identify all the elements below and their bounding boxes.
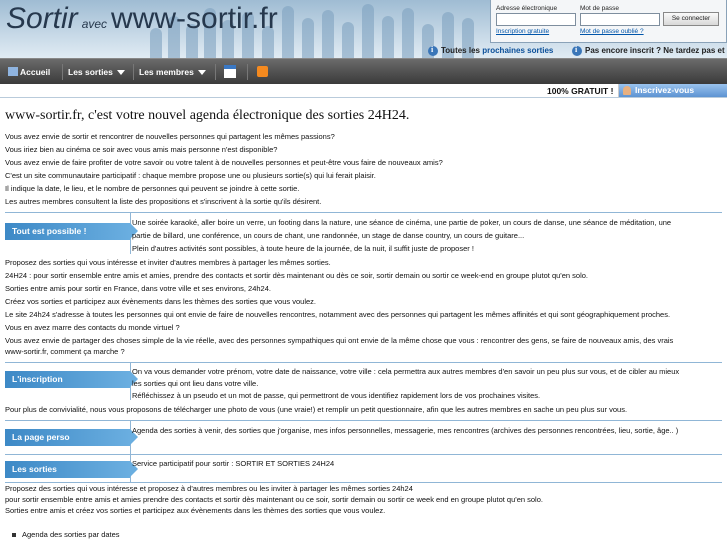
section-text-line: Plein d'autres activités sont possibles,… [132,244,474,253]
login-box: Adresse électronique Mot de passe Se con… [490,0,727,43]
login-button[interactable]: Se connecter [663,12,719,26]
register-link[interactable]: Inscription gratuite [496,28,549,35]
site-header: Sortir avec www-sortir.fr Adresse électron… [0,0,727,58]
intro-line: C'est un site communautaire participatif… [5,171,376,180]
section-divider [5,454,722,455]
intro-line: Vous avez envie de sortir et rencontrer … [5,132,335,141]
chevron-down-icon [116,70,125,76]
person-icon [623,86,631,95]
content-line: Pour plus de convivialité, nous vous pro… [5,405,628,414]
nav-divider [247,64,248,80]
nav-home-label: Accueil [20,67,51,77]
gratuit-text: 100% GRATUIT ! [547,86,614,96]
content-line: Sorties entre amis pour sortir en France… [5,284,271,293]
content-line: Sorties entre amis et créez vos sorties … [5,506,386,515]
promo-bar: 100% GRATUIT ! Inscrivez-vous [0,84,727,97]
info-icon [428,45,438,56]
content-line: Le site 24h24 s'adresse à toutes les per… [5,310,671,319]
nav-sorties[interactable]: Les sorties [68,59,125,85]
nav-membres[interactable]: Les membres [139,59,206,85]
content-line: Vous en avez marre des contacts du monde… [5,323,180,332]
home-icon [8,67,18,77]
section-inscription: L'inscription [5,371,138,388]
intro-line: Il indique la date, le lieu, et le nombr… [5,184,300,193]
bullet-icon [12,533,16,538]
content-line: Créez vos sorties et participez aux évèn… [5,297,316,306]
title-sortir: Sortir [6,2,78,35]
password-label: Mot de passe [580,5,620,12]
rss-icon[interactable] [257,66,268,77]
title-avec: avec [81,17,108,31]
register-button-label: Inscrivez-vous [635,85,695,95]
content-line: 24H24 : pour sortir ensemble entre amis … [5,271,588,280]
forgot-password-link[interactable]: Mot de passe oublié ? [580,28,644,35]
content-line: Proposez des sorties qui vous intéresse … [5,258,331,267]
not-registered-link[interactable]: Pas encore inscrit ? Ne tardez pas et [572,45,725,56]
register-button[interactable]: Inscrivez-vous [618,84,727,97]
site-logo-title[interactable]: Sortir avec www-sortir.fr [6,2,278,36]
nav-divider [133,64,134,80]
info-icon [572,45,582,56]
section-divider [5,362,722,363]
content-line: Vous avez envie de partager des choses s… [5,336,674,345]
all-sorties-link[interactable]: Toutes les prochaines sorties [428,45,554,56]
page-title: www-sortir.fr, c'est votre nouvel agenda… [5,108,410,123]
main-nav: Accueil Les sorties Les membres [0,58,727,84]
section-divider [5,420,722,421]
section-divider [5,212,722,213]
content-line: Proposez des sorties qui vous intéresse … [5,484,413,493]
section-divider [5,482,722,483]
chevron-down-icon [197,70,206,76]
section-text-line: On va vous demander votre prénom, votre … [132,367,680,376]
nav-home[interactable]: Accueil [8,59,50,85]
intro-line: Les autres membres consultent la liste d… [5,197,322,206]
section-tout-est-possible: Tout est possible ! [5,223,138,240]
list-item-label: Agenda des sorties par dates [22,530,120,539]
nav-divider [62,64,63,80]
email-label: Adresse électronique [496,5,558,12]
divider [0,97,727,98]
section-text-line: Agenda des sorties à venir, des sorties … [132,426,679,435]
all-sorties-prefix: Toutes les [441,46,480,56]
nav-sorties-label: Les sorties [68,67,113,77]
intro-line: Vous iriez bien au cinéma ce soir avec v… [5,145,278,154]
password-field[interactable] [580,13,660,26]
section-text-line: Une soirée karaoké, aller boire un verre… [132,218,672,227]
title-domain: www-sortir.fr [111,2,278,35]
email-field[interactable] [496,13,576,26]
section-page-perso: La page perso [5,429,138,446]
header-sublinks: Toutes les prochaines sorties Pas encore… [0,43,727,58]
list-item[interactable]: Agenda des sorties par dates [12,530,120,540]
section-text-line: Réfléchissez à un pseudo et un mot de pa… [132,391,541,400]
content-line: www-sortir.fr, comment ça marche ? [5,347,125,356]
content-line: pour sortir ensemble entre amis et amies… [5,495,543,504]
nav-divider [215,64,216,80]
nav-membres-label: Les membres [139,67,194,77]
intro-line: Vous avez envie de faire profiter de vot… [5,158,443,167]
calendar-icon[interactable] [224,65,236,78]
section-text-line: partie de billard, une conférence, un co… [132,231,525,240]
section-text-line: Service participatif pour sortir : SORTI… [132,459,335,468]
section-les-sorties: Les sorties [5,461,138,478]
not-registered-text: Pas encore inscrit ? Ne tardez pas et [585,46,725,56]
section-text-line: les sorties qui ont lieu dans votre vill… [132,379,259,388]
all-sorties-link-text: prochaines sorties [482,46,554,56]
